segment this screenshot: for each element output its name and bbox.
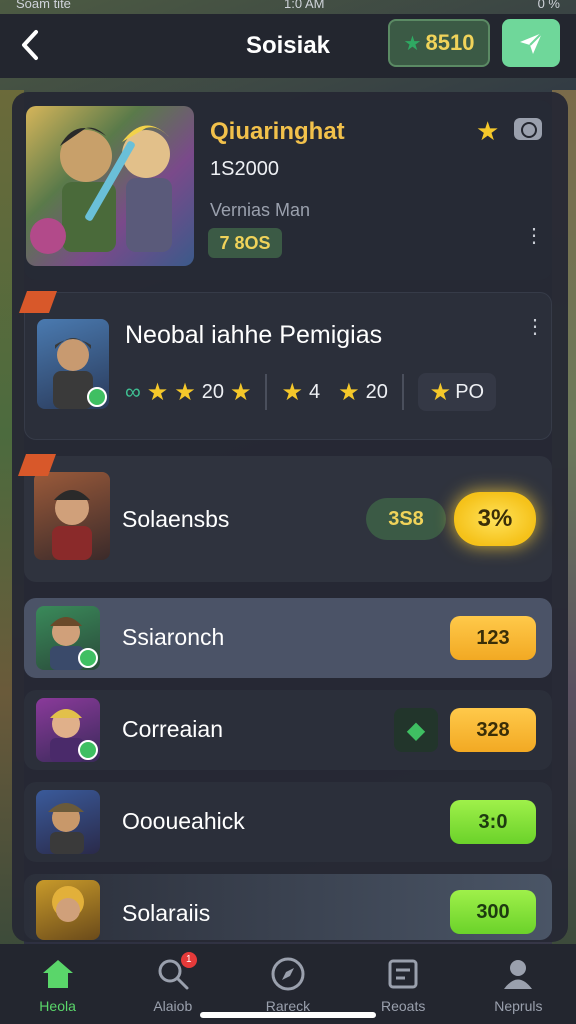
- home-indicator: [200, 1012, 376, 1018]
- star-icon: ★: [403, 32, 422, 55]
- featured-avatar: [37, 319, 109, 409]
- featured-card[interactable]: Neobal iahhe Pemigias ⋮ ∞ ★ ★ 20 ★ ★ 4 ★…: [18, 291, 552, 440]
- notification-badge: 1: [180, 952, 197, 968]
- star-icon: ★: [281, 378, 303, 406]
- nav-label: Nepruls: [494, 998, 543, 1014]
- favorite-star-icon[interactable]: ★: [476, 116, 499, 147]
- status-time: 1:0 AM: [284, 0, 325, 11]
- stat-value-2: 4: [309, 380, 321, 403]
- nav-item-reports[interactable]: Reoats: [348, 956, 458, 1014]
- send-button[interactable]: [502, 19, 560, 67]
- list-item-name: Oooueahick: [122, 808, 245, 834]
- coin-balance-button[interactable]: ★ 8510: [388, 19, 490, 67]
- nav-item-home[interactable]: Heola: [3, 956, 113, 1014]
- list-item[interactable]: Solaensbs 3S8 3%: [17, 454, 552, 582]
- list-avatar: [36, 880, 100, 940]
- value-button[interactable]: 300: [450, 890, 536, 934]
- gem-icon: ◆: [394, 708, 438, 752]
- star-icon: ★: [429, 378, 452, 406]
- featured-stats: ∞ ★ ★ 20 ★ ★ 4 ★ 20 ★ PO: [125, 373, 496, 411]
- percent-button[interactable]: 3%: [454, 492, 536, 546]
- verified-badge-icon: [78, 648, 98, 668]
- list-item-name: Ssiaronch: [122, 624, 225, 650]
- hero-title: Qiuaringhat: [210, 118, 345, 145]
- link-icon: ∞: [125, 379, 141, 404]
- status-battery: 0 %: [537, 0, 560, 11]
- value-button[interactable]: 328: [450, 708, 536, 752]
- nav-item-search[interactable]: 1 Alaiob: [118, 952, 228, 1014]
- stat-value-3: 20: [365, 380, 388, 403]
- list-item-name: Solaraiis: [122, 900, 211, 926]
- list-item[interactable]: Correaian ◆ 328: [24, 690, 552, 770]
- reports-icon: [385, 956, 421, 992]
- top-header: Soisiak ★ 8510: [0, 14, 576, 78]
- hero-card[interactable]: Qiuaringhat 1S2000 Vernias Man 7 8OS ★ ⋮: [24, 100, 552, 280]
- profile-icon: [500, 956, 536, 992]
- list-item-stat: 3S8: [366, 498, 446, 540]
- status-bar: Soam tite 1:0 AM 0 %: [0, 0, 576, 14]
- compass-icon: [270, 956, 306, 992]
- stat-value-1: 20: [201, 380, 224, 403]
- status-left: Soam tite: [16, 0, 71, 11]
- more-options-icon[interactable]: ⋮: [524, 226, 544, 246]
- search-icon: 1: [155, 952, 197, 992]
- list-item-name: Correaian: [122, 716, 223, 742]
- nav-item-compass[interactable]: Rareck: [233, 956, 343, 1014]
- list-avatar: [36, 698, 100, 762]
- list-item[interactable]: Solaraiis 300: [24, 874, 552, 940]
- value-button[interactable]: 123: [450, 616, 536, 660]
- star-icon: ★: [229, 378, 252, 406]
- nav-item-profile[interactable]: Nepruls: [463, 956, 573, 1014]
- list-item-name: Solaensbs: [122, 506, 230, 532]
- toggle-icon[interactable]: [514, 118, 542, 140]
- list-avatar: [36, 790, 100, 854]
- hero-score: 1S2000: [210, 158, 279, 180]
- hero-badge: 7 8OS: [208, 228, 282, 258]
- ribbon-icon: [18, 291, 58, 313]
- featured-title: Neobal iahhe Pemigias: [125, 321, 383, 349]
- stat-chip[interactable]: ★ PO: [417, 373, 496, 411]
- star-icon: ★: [174, 378, 196, 406]
- star-icon: ★: [338, 378, 360, 406]
- stat-chip-value: PO: [455, 380, 485, 403]
- verified-badge-icon: [78, 740, 98, 760]
- list-item[interactable]: Ssiaronch 123: [24, 598, 552, 678]
- list-item[interactable]: Oooueahick 3:0: [24, 782, 552, 862]
- nav-label: Heola: [39, 998, 76, 1014]
- divider: [265, 374, 268, 410]
- coin-balance: 8510: [425, 30, 475, 55]
- divider: [401, 374, 404, 410]
- more-options-icon[interactable]: ⋮: [525, 317, 545, 337]
- paper-plane-icon: [520, 32, 543, 54]
- list-avatar: [36, 606, 100, 670]
- home-icon: [40, 956, 76, 992]
- value-button[interactable]: 3:0: [450, 800, 536, 844]
- hero-artwork: [26, 106, 194, 266]
- list-avatar: [34, 472, 110, 560]
- verified-badge-icon: [87, 387, 107, 407]
- hero-subtitle: Vernias Man: [210, 200, 311, 220]
- star-icon: ★: [146, 378, 169, 406]
